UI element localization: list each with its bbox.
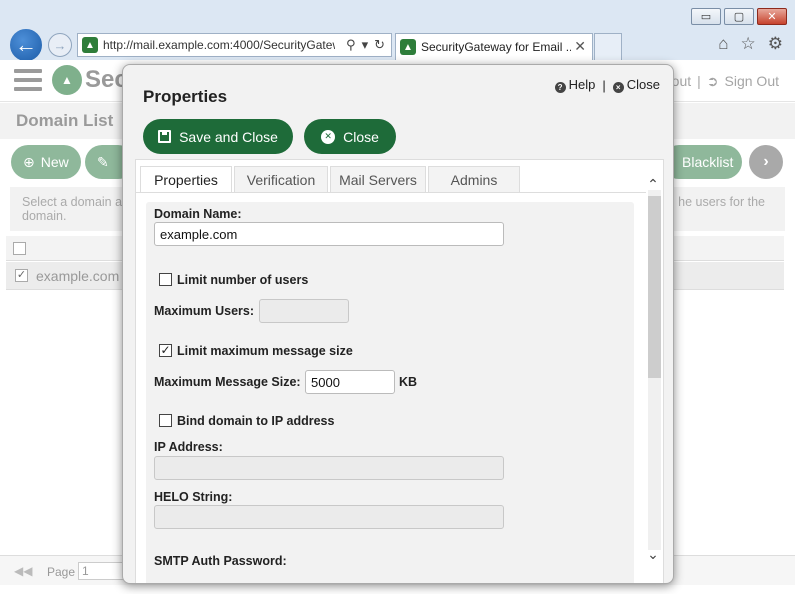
user-menu-separator: | bbox=[697, 73, 701, 89]
tab-verification[interactable]: Verification bbox=[234, 166, 328, 192]
dropdown-icon[interactable]: ▾ bbox=[362, 37, 369, 53]
bind-ip-checkbox[interactable] bbox=[159, 414, 172, 427]
bind-ip-label: Bind domain to IP address bbox=[177, 414, 335, 428]
logo-icon: ▲ bbox=[52, 65, 82, 95]
scroll-down-chevron-icon[interactable]: ⌄ bbox=[645, 546, 661, 563]
more-chevron-right-icon[interactable]: › bbox=[749, 145, 783, 179]
browser-tab[interactable]: ▲ SecurityGateway for Email ... ✕ bbox=[395, 33, 593, 60]
tab-close-icon[interactable]: ✕ bbox=[574, 38, 586, 55]
browser-chrome: ▭ ▢ ✕ ← → ▲ http://mail.example.com:4000… bbox=[0, 0, 795, 63]
close-link-label: Close bbox=[626, 77, 660, 92]
window-close-icon: ✕ bbox=[767, 11, 777, 23]
close-x-icon: ✕ bbox=[321, 129, 336, 144]
maximize-button[interactable]: ▢ bbox=[724, 8, 754, 25]
properties-dialog: Properties ? Help | × Close Save and Close… bbox=[122, 64, 674, 584]
forward-arrow-icon: → bbox=[53, 37, 67, 53]
dialog-title: Properties bbox=[143, 87, 228, 106]
new-button-label: New bbox=[40, 154, 69, 170]
tab-admins[interactable]: Admins bbox=[428, 166, 520, 192]
user-menu: out | ➲ Sign Out bbox=[672, 73, 779, 90]
tab-properties[interactable]: Properties bbox=[140, 166, 232, 193]
max-users-label: Maximum Users: bbox=[154, 304, 255, 318]
scroll-up-chevron-icon[interactable]: ⌃ bbox=[645, 176, 661, 193]
hamburger-menu-icon[interactable] bbox=[14, 69, 42, 91]
info-text-line1: Select a domain a bbox=[22, 195, 123, 209]
new-button[interactable]: ⊕ New bbox=[11, 145, 81, 179]
domain-name-label: Domain Name: bbox=[154, 207, 242, 221]
favorites-star-icon[interactable]: ☆ bbox=[741, 34, 756, 54]
helo-string-label: HELO String: bbox=[154, 490, 233, 504]
limit-size-checkbox[interactable]: ✓ bbox=[159, 344, 172, 357]
tab-mail-servers[interactable]: Mail Servers bbox=[330, 166, 426, 192]
select-all-checkbox[interactable] bbox=[13, 242, 26, 255]
tab-title: SecurityGateway for Email ... bbox=[421, 40, 571, 54]
back-arrow-icon: ← bbox=[15, 32, 37, 57]
ip-address-label: IP Address: bbox=[154, 440, 223, 454]
address-bar[interactable]: ▲ http://mail.example.com:4000/SecurityG… bbox=[77, 33, 392, 57]
sign-out-link[interactable]: Sign Out bbox=[725, 73, 779, 90]
minimize-icon: ▭ bbox=[700, 11, 712, 23]
domain-cell: example.com bbox=[36, 268, 120, 284]
settings-gear-icon[interactable]: ⚙ bbox=[768, 34, 783, 54]
blacklist-button[interactable]: Blacklist bbox=[662, 145, 742, 179]
first-prev-page-icon[interactable]: ◀◀ bbox=[14, 564, 32, 578]
max-size-unit: KB bbox=[399, 375, 418, 389]
minimize-button[interactable]: ▭ bbox=[691, 8, 721, 25]
blacklist-button-label: Blacklist bbox=[682, 154, 734, 170]
sign-out-icon: ➲ bbox=[706, 73, 719, 89]
refresh-icon[interactable]: ↻ bbox=[374, 37, 385, 53]
new-tab-button[interactable] bbox=[594, 33, 622, 60]
scrollbar-thumb[interactable] bbox=[648, 196, 661, 378]
close-button-label: Close bbox=[343, 128, 379, 145]
properties-form: Domain Name: Limit number of users Maxim… bbox=[146, 202, 634, 583]
limit-size-label: Limit maximum message size bbox=[177, 344, 353, 358]
tab-favicon-icon: ▲ bbox=[400, 39, 416, 55]
url-text[interactable]: http://mail.example.com:4000/SecurityGat… bbox=[103, 38, 335, 52]
search-icon[interactable]: ⚲ bbox=[346, 37, 356, 53]
help-icon: ? bbox=[554, 82, 566, 93]
info-text-right: he users for the bbox=[678, 195, 765, 209]
row-checkbox[interactable]: ✓ bbox=[15, 269, 28, 282]
dialog-links-separator: | bbox=[602, 77, 606, 93]
help-link[interactable]: ? Help bbox=[554, 77, 596, 93]
smtp-auth-password-label: SMTP Auth Password: bbox=[154, 554, 287, 568]
window-controls: ▭ ▢ ✕ bbox=[691, 8, 787, 25]
close-circle-icon: × bbox=[612, 82, 624, 93]
home-icon[interactable]: ⌂ bbox=[718, 34, 728, 54]
close-link[interactable]: × Close bbox=[612, 77, 660, 93]
logout-link[interactable]: out bbox=[672, 73, 691, 90]
max-size-input[interactable] bbox=[305, 370, 395, 394]
app-logo: ▲ Sec bbox=[52, 65, 128, 95]
info-text-line2: domain. bbox=[22, 209, 67, 223]
helo-string-input bbox=[154, 505, 504, 529]
save-and-close-label: Save and Close bbox=[179, 128, 278, 145]
ip-address-input bbox=[154, 456, 504, 480]
domain-name-input[interactable] bbox=[154, 222, 504, 246]
properties-panel: Properties Verification Mail Servers Adm… bbox=[135, 159, 664, 583]
forward-button[interactable]: → bbox=[48, 33, 72, 57]
max-size-label: Maximum Message Size: bbox=[154, 375, 301, 389]
back-button[interactable]: ← bbox=[8, 27, 44, 63]
page-label: Page bbox=[47, 565, 76, 579]
limit-users-label: Limit number of users bbox=[177, 273, 309, 287]
dialog-tabs: Properties Verification Mail Servers Adm… bbox=[140, 166, 520, 193]
save-icon bbox=[158, 130, 172, 143]
plus-circle-icon: ⊕ bbox=[23, 153, 35, 170]
limit-users-checkbox[interactable] bbox=[159, 273, 172, 286]
site-favicon-icon: ▲ bbox=[82, 37, 98, 53]
help-link-label: Help bbox=[568, 77, 596, 92]
max-users-input bbox=[259, 299, 349, 323]
edit-icon: ✎ bbox=[97, 153, 109, 170]
save-and-close-button[interactable]: Save and Close bbox=[143, 119, 293, 154]
form-scrollbar[interactable]: ⌃ ⌄ bbox=[645, 168, 661, 578]
close-button[interactable]: ✕ Close bbox=[304, 119, 396, 154]
window-close-button[interactable]: ✕ bbox=[757, 8, 787, 25]
section-title: Domain List bbox=[16, 111, 114, 130]
maximize-icon: ▢ bbox=[733, 11, 745, 23]
